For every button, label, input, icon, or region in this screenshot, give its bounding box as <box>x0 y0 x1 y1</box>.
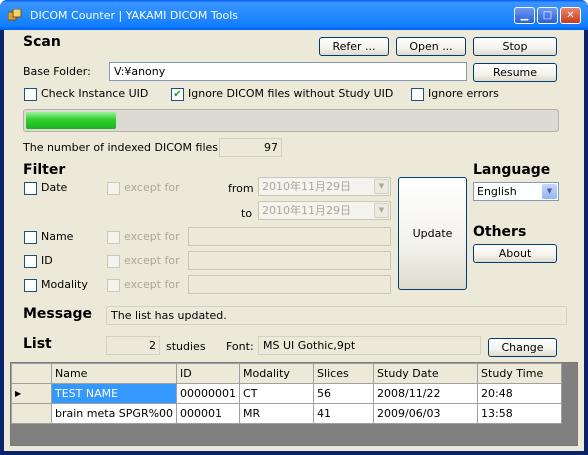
list-heading: List <box>23 336 52 352</box>
chevron-down-icon[interactable]: ▼ <box>542 184 557 199</box>
triangle-right-icon[interactable]: ▶ <box>11 383 52 404</box>
calendar-dropdown-icon[interactable]: ▼ <box>374 179 389 194</box>
cell-modality[interactable]: CT <box>239 383 315 404</box>
client-area: Scan Refer ... Open ... Stop Base Folder… <box>4 30 584 451</box>
modality-except-checkbox[interactable] <box>107 279 120 292</box>
column-header[interactable]: Study Date <box>373 363 479 384</box>
cell-modality[interactable]: MR <box>239 403 315 424</box>
update-button[interactable]: Update <box>398 177 467 290</box>
resume-button[interactable]: Resume <box>473 63 557 82</box>
change-font-button[interactable]: Change <box>488 338 557 357</box>
indexed-files-label: The number of indexed DICOM files: <box>23 141 222 154</box>
studies-label: studies <box>166 340 206 353</box>
date-except-label: except for <box>124 181 180 194</box>
message-heading: Message <box>23 306 93 322</box>
modality-filter-label: Modality <box>41 278 88 291</box>
ignore-no-study-uid-checkbox[interactable]: ✔ <box>171 88 184 101</box>
cell-name[interactable]: TEST NAME <box>50 383 178 404</box>
language-selected: English <box>477 185 517 198</box>
modality-filter-input[interactable] <box>188 275 391 294</box>
language-heading: Language <box>473 162 551 178</box>
table-row[interactable]: ▶ TEST NAME 00000001 CT 56 2008/11/22 20… <box>11 383 563 404</box>
study-table: Name ID Modality Slices Study Date Study… <box>11 363 563 424</box>
font-label: Font: <box>226 340 254 353</box>
base-folder-input[interactable]: V:¥anony <box>109 62 467 81</box>
check-instance-uid-label: Check Instance UID <box>41 87 149 100</box>
study-grid[interactable]: Name ID Modality Slices Study Date Study… <box>10 362 578 446</box>
id-filter-label: ID <box>41 254 53 267</box>
ignore-errors-label: Ignore errors <box>428 87 499 100</box>
from-label: from <box>228 182 254 195</box>
language-select[interactable]: English ▼ <box>473 182 559 201</box>
table-header-row: Name ID Modality Slices Study Date Study… <box>11 363 563 384</box>
ignore-errors-checkbox[interactable] <box>411 88 424 101</box>
corner-header <box>11 363 52 384</box>
column-header[interactable]: Modality <box>239 363 315 384</box>
cell-study-time[interactable]: 20:48 <box>477 383 563 404</box>
row-header[interactable] <box>11 403 52 424</box>
date-filter-label: Date <box>41 181 68 194</box>
about-button[interactable]: About <box>473 244 557 263</box>
filter-heading: Filter <box>23 162 66 178</box>
study-count: 2 <box>106 336 160 355</box>
name-except-label: except for <box>124 230 180 243</box>
message-text: The list has updated. <box>106 306 567 325</box>
refer-button[interactable]: Refer ... <box>319 37 389 56</box>
id-except-checkbox[interactable] <box>107 255 120 268</box>
cell-name[interactable]: brain meta SPGR%00 <box>50 403 178 424</box>
scan-heading: Scan <box>23 34 61 50</box>
to-date-value: 2010年11月29日 <box>262 204 351 217</box>
column-header[interactable]: ID <box>176 363 241 384</box>
from-date-value: 2010年11月29日 <box>262 180 351 193</box>
cell-study-date[interactable]: 2008/11/22 <box>373 383 479 404</box>
app-icon <box>7 8 22 22</box>
cell-slices[interactable]: 56 <box>313 383 375 404</box>
column-header[interactable]: Slices <box>313 363 375 384</box>
table-row[interactable]: brain meta SPGR%00 000001 MR 41 2009/06/… <box>11 403 563 424</box>
calendar-dropdown-icon[interactable]: ▼ <box>374 203 389 218</box>
ignore-no-study-uid-label: Ignore DICOM files without Study UID <box>188 87 394 100</box>
cell-study-time[interactable]: 13:58 <box>477 403 563 424</box>
name-filter-checkbox[interactable] <box>24 231 37 244</box>
date-except-checkbox[interactable] <box>107 182 120 195</box>
cell-id[interactable]: 000001 <box>176 403 241 424</box>
scan-progress-fill <box>26 112 117 129</box>
title-bar[interactable]: DICOM Counter | YAKAMI DICOM Tools ▁ □ ✕ <box>0 0 588 30</box>
window-title: DICOM Counter | YAKAMI DICOM Tools <box>30 9 239 22</box>
app-window: DICOM Counter | YAKAMI DICOM Tools ▁ □ ✕… <box>0 0 588 455</box>
id-except-label: except for <box>124 254 180 267</box>
cell-id[interactable]: 00000001 <box>176 383 241 404</box>
close-icon[interactable]: ✕ <box>560 7 581 24</box>
cell-slices[interactable]: 41 <box>313 403 375 424</box>
date-filter-checkbox[interactable] <box>24 182 37 195</box>
id-filter-input[interactable] <box>188 251 391 270</box>
name-filter-label: Name <box>41 230 74 243</box>
column-header[interactable]: Name <box>50 363 178 384</box>
name-filter-input[interactable] <box>188 227 391 246</box>
check-instance-uid-checkbox[interactable] <box>24 88 37 101</box>
column-header[interactable]: Study Time <box>477 363 563 384</box>
open-button[interactable]: Open ... <box>396 37 466 56</box>
to-label: to <box>241 207 253 220</box>
base-folder-label: Base Folder: <box>23 65 91 78</box>
modality-except-label: except for <box>124 278 180 291</box>
to-date-picker[interactable]: 2010年11月29日 ▼ <box>258 201 391 220</box>
from-date-picker[interactable]: 2010年11月29日 ▼ <box>258 177 391 196</box>
maximize-icon[interactable]: □ <box>537 7 558 24</box>
indexed-files-count: 97 <box>219 138 282 157</box>
font-value: MS UI Gothic,9pt <box>258 336 481 355</box>
cell-study-date[interactable]: 2009/06/03 <box>373 403 479 424</box>
minimize-icon[interactable]: ▁ <box>514 7 535 24</box>
name-except-checkbox[interactable] <box>107 231 120 244</box>
others-heading: Others <box>473 224 527 240</box>
scan-progress-bar <box>23 109 559 132</box>
id-filter-checkbox[interactable] <box>24 255 37 268</box>
stop-button[interactable]: Stop <box>473 37 557 56</box>
modality-filter-checkbox[interactable] <box>24 279 37 292</box>
